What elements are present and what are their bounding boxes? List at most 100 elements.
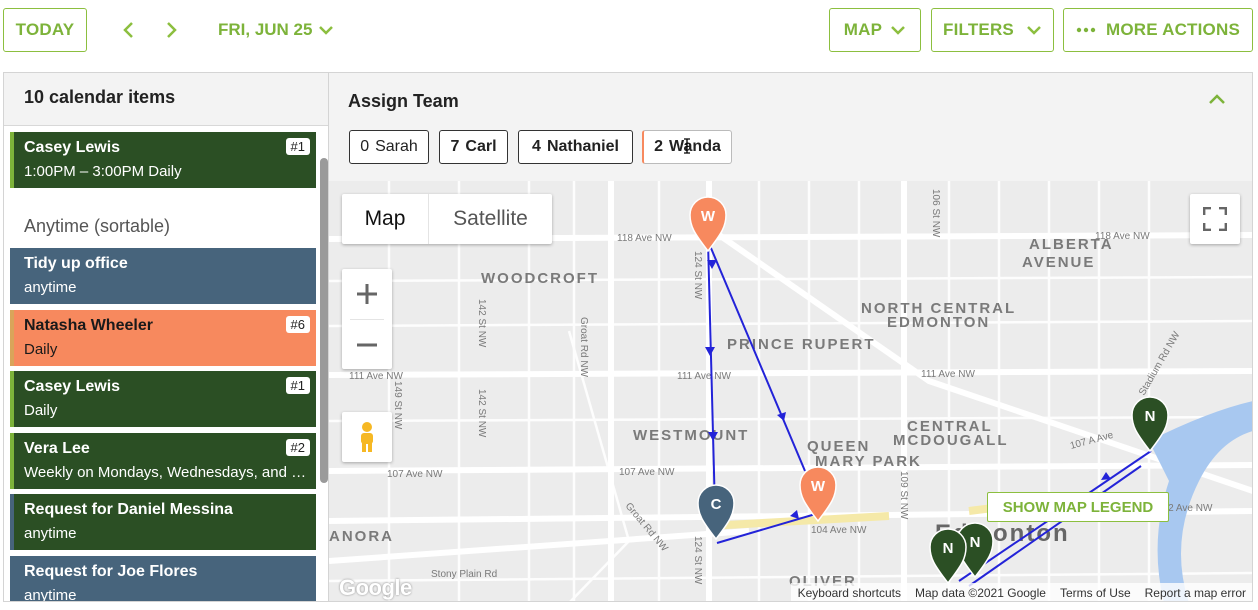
chevron-right-icon (167, 22, 177, 38)
card-name: Request for Daniel Messina (24, 501, 233, 518)
sortable-section-label: Anytime (sortable) (24, 216, 171, 236)
pegman-icon (361, 422, 373, 452)
chevron-down-icon (319, 26, 334, 35)
team-member-carl[interactable]: 7 Carl (439, 130, 508, 164)
date-picker-button[interactable]: FRI, JUN 25 (218, 18, 334, 42)
zoom-controls (342, 269, 392, 369)
map-type-map-button[interactable]: Map (342, 194, 428, 244)
card-schedule: 1:00PM – 3:00PM Daily (24, 163, 182, 180)
street-label: 142 St NW (476, 389, 487, 438)
next-day-button[interactable] (159, 18, 183, 42)
assign-team-header: Assign Team 0 Sarah 7 Carl 4 Nathaniel 2… (329, 73, 1252, 182)
street-label: 111 Ave NW (921, 369, 975, 380)
calendar-items-title: 10 calendar items (4, 73, 328, 126)
label-woodcroft: WOODCROFT (481, 270, 599, 287)
street-label: 118 Ave NW (1095, 231, 1150, 242)
calendar-items-panel: 10 calendar items Casey Lewis 1:00PM – 3… (3, 72, 329, 602)
street-label: 111 Ave NW (677, 371, 731, 382)
svg-text:W: W (811, 478, 826, 495)
member-count: 4 (532, 138, 541, 155)
svg-text:N: N (943, 540, 954, 557)
map-data-text: Map data ©2021 Google (915, 586, 1046, 600)
plus-icon (357, 284, 377, 304)
street-label: 124 St NW (692, 536, 703, 585)
minus-icon (357, 343, 377, 346)
chevron-left-icon (123, 22, 133, 38)
street-label: 107 Ave NW (387, 469, 443, 480)
calendar-card[interactable]: Request for Daniel Messina anytime (10, 494, 316, 550)
card-name: Casey Lewis (24, 139, 121, 156)
map-panel: Assign Team 0 Sarah 7 Carl 4 Nathaniel 2… (329, 72, 1253, 602)
zoom-out-button[interactable] (342, 320, 392, 369)
google-logo: Google (339, 575, 412, 600)
terms-of-use-link[interactable]: Terms of Use (1053, 586, 1138, 600)
street-label: 124 St NW (692, 251, 703, 300)
map-view-label: MAP (843, 20, 883, 39)
map-marker[interactable]: W (689, 196, 727, 253)
svg-text:C: C (711, 496, 722, 513)
sidebar-scrollbar[interactable] (320, 158, 328, 483)
street-label: 107 Ave NW (619, 467, 675, 478)
map-view-button[interactable]: MAP (829, 8, 921, 52)
prev-day-button[interactable] (117, 18, 141, 42)
member-name: Carl (465, 138, 497, 155)
chevron-down-icon (891, 26, 906, 35)
street-label: 118 Ave NW (617, 233, 672, 244)
filters-button[interactable]: FILTERS (931, 8, 1054, 52)
street-label: 109 St NW (898, 471, 909, 520)
card-name: Request for Joe Flores (24, 563, 198, 580)
priority-badge: #6 (285, 316, 310, 333)
card-schedule: Weekly on Mondays, Wednesdays, and Frida… (24, 464, 309, 481)
calendar-card[interactable]: Request for Joe Flores anytime (10, 556, 316, 601)
zoom-in-button[interactable] (342, 269, 392, 319)
member-name: Nathaniel (546, 138, 619, 155)
route-map[interactable]: WOODCROFT PRINCE RUPERT NORTH CENTRAL ED… (329, 181, 1253, 602)
map-canvas[interactable]: WOODCROFT PRINCE RUPERT NORTH CENTRAL ED… (329, 181, 1253, 602)
calendar-card[interactable]: Vera Lee Weekly on Mondays, Wednesdays, … (10, 433, 316, 489)
street-label: 149 St NW (392, 381, 403, 430)
today-button[interactable]: TODAY (3, 8, 87, 52)
fullscreen-button[interactable] (1190, 194, 1240, 244)
report-map-error-link[interactable]: Report a map error (1138, 586, 1252, 600)
more-actions-button[interactable]: MORE ACTIONS (1063, 8, 1253, 52)
text-cursor-icon (684, 138, 690, 154)
team-member-sarah[interactable]: 0 Sarah (349, 130, 429, 164)
street-label: Stony Plain Rd (431, 569, 497, 580)
card-name: Vera Lee (24, 440, 90, 457)
calendar-card[interactable]: Tidy up office anytime (10, 248, 316, 304)
fullscreen-icon (1203, 207, 1227, 231)
calendar-card[interactable]: Natasha Wheeler Daily #6 (10, 310, 316, 366)
member-count: 2 (654, 138, 664, 155)
map-type-satellite-button[interactable]: Satellite (428, 194, 552, 244)
filters-label: FILTERS (943, 20, 1014, 39)
team-member-nathaniel[interactable]: 4 Nathaniel (518, 130, 633, 164)
more-actions-label: MORE ACTIONS (1106, 20, 1240, 39)
street-label: Groat Rd NW (623, 501, 670, 554)
card-schedule: anytime (24, 525, 77, 542)
member-count: 7 (450, 138, 460, 155)
priority-badge: #1 (285, 138, 310, 155)
calendar-card[interactable]: Casey Lewis 1:00PM – 3:00PM Daily #1 (10, 132, 316, 188)
priority-badge: #1 (285, 377, 310, 394)
keyboard-shortcuts-link[interactable]: Keyboard shortcuts (791, 586, 908, 600)
label-mcdougall: MCDOUGALL (893, 432, 1009, 449)
member-name: Sarah (375, 138, 418, 155)
label-edmonton-nc: EDMONTON (887, 314, 990, 331)
svg-text:N: N (970, 534, 981, 551)
label-avenue: AVENUE (1022, 254, 1095, 271)
member-name: Wanda (669, 138, 721, 155)
card-schedule: anytime (24, 279, 77, 296)
street-label: 142 St NW (476, 299, 487, 348)
map-type-toggle: Map Satellite (342, 194, 552, 244)
card-name: Tidy up office (24, 255, 128, 272)
date-label: FRI, JUN 25 (218, 20, 313, 39)
calendar-card[interactable]: Casey Lewis Daily #1 (10, 371, 316, 427)
card-schedule: Daily (24, 402, 58, 419)
street-view-button[interactable] (342, 412, 392, 462)
street-label: 106 St NW (930, 189, 941, 238)
show-map-legend-button[interactable]: SHOW MAP LEGEND (987, 492, 1169, 522)
chevron-up-icon[interactable] (1208, 93, 1226, 105)
label-westmount: WESTMOUNT (633, 427, 749, 444)
assign-team-title: Assign Team (348, 91, 459, 111)
card-name: Natasha Wheeler (24, 317, 153, 334)
